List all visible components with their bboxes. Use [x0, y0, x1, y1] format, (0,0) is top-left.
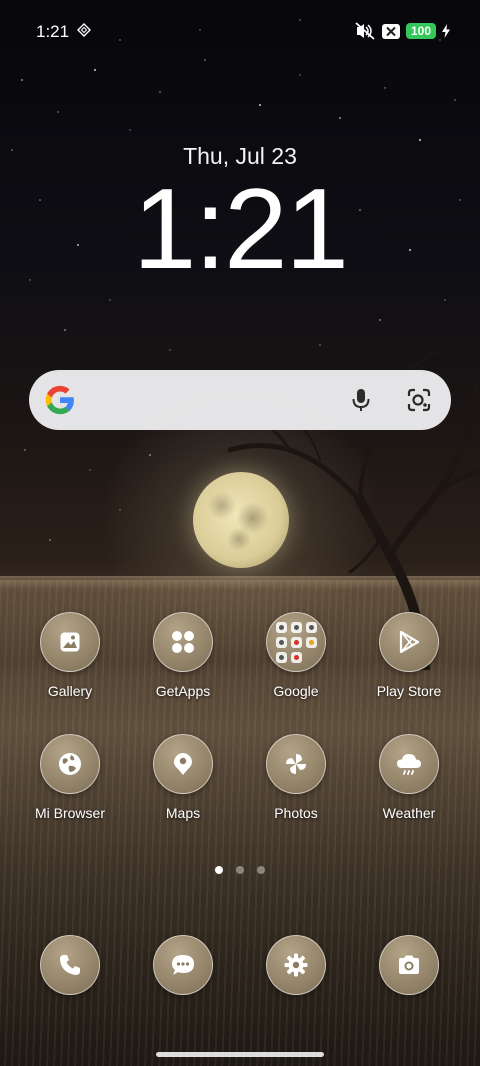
mute-icon: [355, 22, 375, 40]
getapps-icon: [153, 612, 213, 672]
weather-icon: [379, 734, 439, 794]
diamond-notification-icon: [77, 23, 91, 37]
app-label: Weather: [382, 805, 436, 821]
app-getapps[interactable]: GetApps: [127, 612, 239, 699]
pinwheel-icon: [266, 734, 326, 794]
app-label: Mi Browser: [34, 805, 105, 821]
battery-icon: 100: [406, 23, 436, 39]
home-indicator-bar[interactable]: [156, 1052, 324, 1057]
app-gallery[interactable]: Gallery: [14, 612, 126, 699]
app-label: Play Store: [376, 683, 442, 699]
messages-icon: [153, 935, 213, 995]
google-search-bar[interactable]: [29, 370, 451, 430]
gallery-icon: [40, 612, 100, 672]
status-time: 1:21: [36, 22, 70, 41]
clock-time[interactable]: 1:21: [0, 170, 480, 290]
app-label: Google: [273, 683, 319, 699]
app-label: Maps: [165, 805, 201, 821]
settings-icon: [266, 935, 326, 995]
dock-camera[interactable]: [379, 935, 439, 995]
play-store-icon: [379, 612, 439, 672]
page-dot: [236, 866, 244, 874]
status-bar: 1:21 100: [0, 0, 480, 62]
app-maps[interactable]: Maps: [127, 734, 239, 821]
app-label: Gallery: [47, 683, 93, 699]
page-dot: [257, 866, 265, 874]
folder-icon: [266, 612, 326, 672]
charging-bolt-icon: [442, 24, 450, 38]
dock-settings[interactable]: [266, 935, 326, 995]
map-pin-icon: [153, 734, 213, 794]
page-dot: [215, 866, 223, 874]
google-logo-icon: [45, 385, 74, 415]
app-weather[interactable]: Weather: [353, 734, 465, 821]
globe-icon: [40, 734, 100, 794]
app-label: Photos: [274, 805, 318, 821]
phone-icon: [40, 935, 100, 995]
no-sim-icon: [382, 23, 400, 39]
wallpaper-moon: [193, 472, 289, 568]
app-label: GetApps: [155, 683, 211, 699]
mic-icon[interactable]: [347, 386, 375, 414]
status-icons: 100: [354, 22, 450, 40]
app-play-store[interactable]: Play Store: [353, 612, 465, 699]
page-indicator: [0, 866, 480, 874]
dock-messages[interactable]: [153, 935, 213, 995]
wallpaper-horizon: [0, 576, 480, 590]
app-google-folder[interactable]: Google: [240, 612, 352, 699]
app-photos[interactable]: Photos: [240, 734, 352, 821]
app-mi-browser[interactable]: Mi Browser: [14, 734, 126, 821]
lens-icon[interactable]: [405, 386, 433, 414]
dock-phone[interactable]: [40, 935, 100, 995]
camera-icon: [379, 935, 439, 995]
